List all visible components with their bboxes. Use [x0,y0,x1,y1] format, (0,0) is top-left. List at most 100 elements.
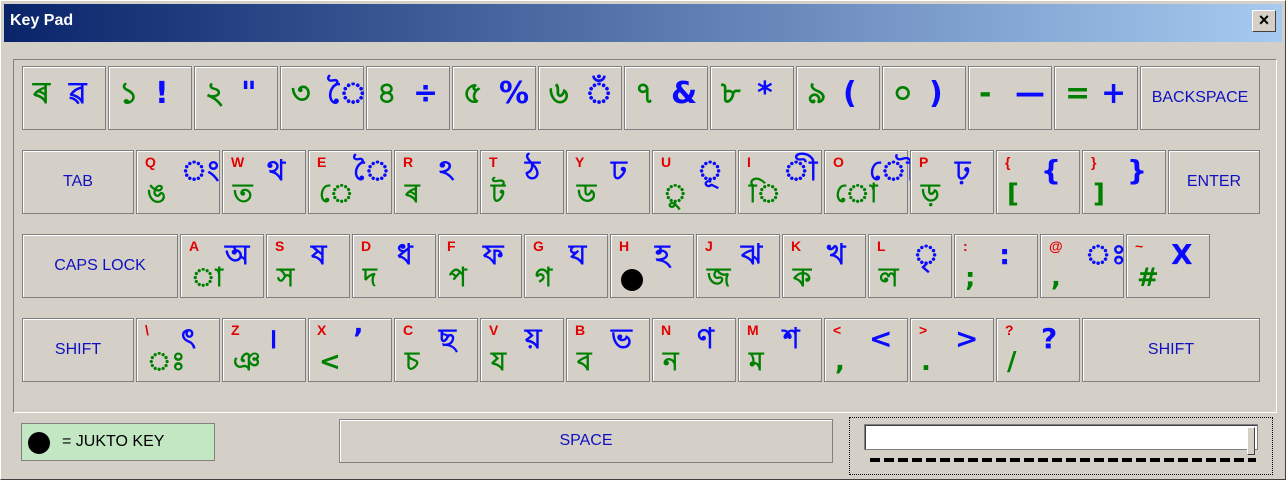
key-tab[interactable]: TAB [22,150,134,214]
key-shift-char: ভ [611,322,632,355]
key-n[interactable]: N ণন [652,318,736,382]
key-base-char: গ [535,263,553,293]
key-number-10[interactable]: ০) [882,66,966,130]
key-base-char: ঙ [147,179,167,209]
key-g[interactable]: G ঘগ [524,234,608,298]
key-primary-char: ২ [205,76,225,111]
key-latin-label: J [705,238,713,254]
key-y[interactable]: Y ঢড [566,150,650,214]
key-a[interactable]: A অা [180,234,264,298]
key-caps-lock[interactable]: CAPS LOCK [22,234,178,298]
key-secondary-char: — [1015,76,1045,111]
key-shift[interactable]: SHIFT [1082,318,1260,382]
key-b[interactable]: B ভব [566,318,650,382]
key-latin-label: ? [1005,322,1014,338]
key-latin-label: T [489,154,498,170]
key-primary-char: ৬ [549,76,569,111]
key-number-9[interactable]: ৯( [796,66,880,130]
key-base-char: ো [835,179,878,209]
key-z[interactable]: Z । ঞ [222,318,306,382]
key-shift-char: য় [525,322,542,355]
key-base-char: / [1007,347,1017,377]
key-shift-char: ধ [397,238,413,271]
key-j[interactable]: J ঝজ [696,234,780,298]
key-base-char: , [1051,263,1061,293]
slider-track[interactable] [864,424,1258,455]
close-button[interactable]: × [1252,10,1276,32]
key-backspace[interactable]: BACKSPACE [1140,66,1260,130]
key-s[interactable]: S ষস [266,234,350,298]
key-o[interactable]: Oৌো [824,150,915,214]
key-label: SHIFT [54,341,102,358]
key-{[interactable]: {{[ [996,150,1080,214]
key-latin-label: } [1091,154,1097,170]
key-<[interactable]: < <, [824,318,908,382]
space-key[interactable]: SPACE [339,419,833,463]
key-c[interactable]: C ছচ [394,318,478,382]
key-x[interactable]: X ʼ < [308,318,392,382]
key-number-7[interactable]: ৭ & [624,66,708,130]
slider-thumb[interactable] [1247,427,1255,455]
key-k[interactable]: K খক [782,234,866,298]
key-e[interactable]: Eৈে [308,150,392,214]
key-v[interactable]: V য় য [480,318,564,382]
key-base-char: ৰ [405,179,420,209]
key-}[interactable]: }}] [1082,150,1166,214]
key-h[interactable]: Hহ [610,234,694,298]
key-number-0[interactable]: ৰৱ [22,66,106,130]
key-d[interactable]: D ধদ [352,234,436,298]
key-shift[interactable]: SHIFT [22,318,134,382]
key-number-12[interactable]: = + [1054,66,1138,130]
key-number-1[interactable]: ১! [108,66,192,130]
key-~[interactable]: ~ X # [1126,234,1210,298]
key-shift-char: ৃ [913,238,940,271]
key-secondary-char: % [499,76,530,111]
key-number-5[interactable]: ৫% [452,66,536,130]
key-m[interactable]: M শম [738,318,822,382]
key-f[interactable]: F ফপ [438,234,522,298]
key-latin-label: Q [145,154,156,170]
key-base-char: < [319,347,341,377]
key-latin-label: L [877,238,886,254]
key-shift-char: ঝ [741,238,763,271]
key-latin-label: H [619,238,630,254]
key-base-char: ম [749,347,764,377]
key-primary-char: = [1065,76,1091,111]
key-number-3[interactable]: ৩ৈ [280,66,367,130]
key-r[interactable]: R ঽৰ [394,150,478,214]
key-number-2[interactable]: ২ " [194,66,278,130]
key-l[interactable]: Lৃ ল [868,234,952,298]
key-shift-char: খ [827,238,846,271]
key-:[interactable]: ::; [954,234,1038,298]
key-latin-label: S [275,238,285,254]
key-\[interactable]: \ ৎঃ [136,318,220,382]
key->[interactable]: > >. [910,318,994,382]
key-i[interactable]: Iীি [738,150,822,214]
key-primary-char: ৫ [463,76,483,111]
key-number-6[interactable]: ৬ঁ [538,66,622,130]
key-base-char: ট [491,179,506,209]
key-base-char: ঃ [147,347,186,377]
key-secondary-char: ঁ [585,76,614,111]
key-latin-label: { [1005,154,1011,170]
key-u[interactable]: Uূু [652,150,736,214]
key-shift-char: ঘ [569,238,587,271]
key-number-4[interactable]: ৪ ÷ [366,66,450,130]
key-number-8[interactable]: ৮ * [710,66,794,130]
window-title: Key Pad [10,12,74,29]
key-latin-label: G [533,238,544,254]
key-q[interactable]: Qং ঙ [136,150,220,214]
key-base-char: ঞ [233,347,261,377]
key-base-char: ড় [921,179,940,209]
key-shift-char: ং [181,154,220,187]
key-t[interactable]: T ঠট [480,150,564,214]
key-base-char: দ [363,263,377,293]
key-w[interactable]: W থত [222,150,306,214]
key-enter[interactable]: ENTER [1168,150,1260,214]
key-latin-label: N [661,322,672,338]
key-?[interactable]: ?? / [996,318,1080,382]
key-@[interactable]: @ঃ, [1040,234,1126,298]
key-number-11[interactable]: - — [968,66,1052,130]
key-p[interactable]: P ঢ় ড় [910,150,994,214]
keyboard-panel: ৰ ৱ ১! ২ " ৩ৈ ৪ ÷ ৫% ৬ঁ ৭ & ৮ * ৯(০) - — = + BACKSPACE TAB Qং… [13,59,1277,413]
